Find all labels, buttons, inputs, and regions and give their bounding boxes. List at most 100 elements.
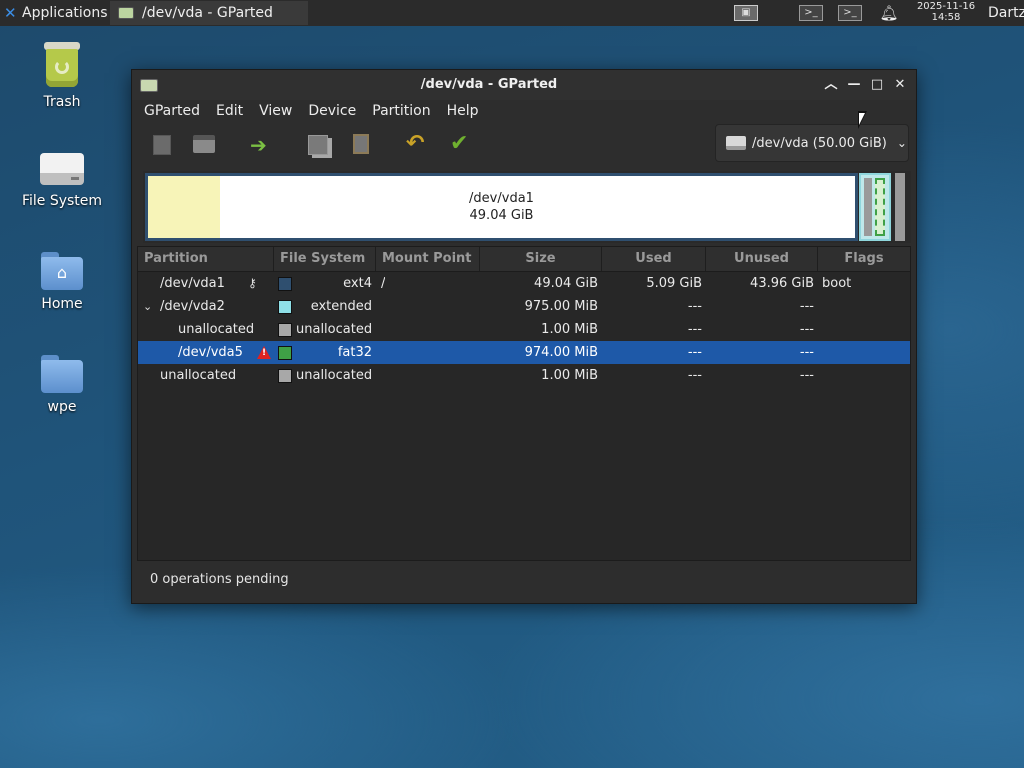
- col-used[interactable]: Used: [602, 247, 706, 271]
- cell-file-system: extended: [310, 299, 372, 314]
- desktop-icon-home[interactable]: ⌂ Home: [12, 252, 112, 312]
- device-selector-label: /dev/vda (50.00 GiB): [752, 135, 887, 151]
- desktop-icon-label: Trash: [43, 94, 81, 110]
- col-file-system[interactable]: File System: [274, 247, 376, 271]
- desktop-icon-file-system[interactable]: File System: [12, 147, 112, 209]
- device-selector[interactable]: /dev/vda (50.00 GiB) ⌄: [715, 124, 909, 162]
- new-partition-icon[interactable]: [153, 135, 171, 155]
- disk-map-unallocated[interactable]: [895, 173, 905, 241]
- key-icon: ⚷: [248, 276, 257, 290]
- fs-color-swatch: [278, 300, 292, 314]
- cell-mount-point: /: [381, 276, 386, 291]
- fs-color-swatch: [278, 369, 292, 383]
- cell-flags: boot: [822, 276, 852, 291]
- paste-icon[interactable]: [353, 134, 369, 154]
- col-size[interactable]: Size: [480, 247, 602, 271]
- status-bar: 0 operations pending: [132, 564, 916, 601]
- mouse-pointer-icon: [858, 111, 867, 129]
- partition-table: Partition File System Mount Point Size U…: [137, 246, 911, 561]
- fs-color-swatch: [278, 346, 292, 360]
- maximize-button[interactable]: □: [867, 75, 887, 95]
- top-panel: ✕ Applications ≡ /dev/vda - GParted ▣ >_…: [0, 0, 1024, 26]
- table-row[interactable]: /dev/vda1 ⚷ ext4 / 49.04 GiB 5.09 GiB 43…: [138, 272, 910, 295]
- drive-icon: [40, 153, 84, 187]
- cell-file-system: fat32: [337, 345, 372, 360]
- cell-partition: /dev/vda1: [160, 276, 225, 291]
- workspace-icon: ▣: [734, 5, 758, 21]
- cell-partition: /dev/vda2: [160, 299, 225, 314]
- delete-partition-icon[interactable]: [193, 135, 215, 153]
- cell-unused: ---: [799, 322, 814, 337]
- col-mount-point[interactable]: Mount Point: [376, 247, 480, 271]
- home-folder-icon: ⌂: [41, 252, 83, 290]
- cell-size: 1.00 MiB: [541, 368, 598, 383]
- taskbar-item-gparted[interactable]: /dev/vda - GParted: [110, 1, 308, 25]
- cell-file-system: ext4: [343, 276, 372, 291]
- disk-map-vda5[interactable]: [875, 178, 885, 236]
- clock-time: 14:58: [931, 12, 961, 23]
- menu-gparted[interactable]: GParted: [136, 100, 208, 122]
- notifications-bell-icon[interactable]: 🔔︎: [878, 0, 900, 26]
- gparted-window: /dev/vda - GParted ︿ — □ ✕ GParted Edit …: [131, 69, 917, 604]
- undo-icon[interactable]: ↶: [406, 132, 430, 156]
- menu-help[interactable]: Help: [439, 100, 487, 122]
- disk-map-vda1-label: /dev/vda1 49.04 GiB: [148, 176, 855, 224]
- cell-size: 1.00 MiB: [541, 322, 598, 337]
- disk-map-unallocated-inner[interactable]: [864, 178, 872, 236]
- chevron-down-icon: ⌄: [896, 136, 907, 150]
- menu-view[interactable]: View: [251, 100, 300, 122]
- applications-menu[interactable]: ✕ Applications ≡: [0, 0, 127, 26]
- cell-size: 974.00 MiB: [524, 345, 598, 360]
- cell-unused: 43.96 GiB: [750, 276, 814, 291]
- apply-icon[interactable]: ✔: [450, 132, 474, 156]
- resize-move-icon[interactable]: ➔: [250, 134, 274, 158]
- col-unused[interactable]: Unused: [706, 247, 818, 271]
- cell-partition: unallocated: [178, 322, 255, 337]
- copy-icon[interactable]: [308, 135, 328, 155]
- terminal-icon: >_: [838, 5, 862, 21]
- user-menu[interactable]: Dartz: [988, 0, 1024, 26]
- menu-edit[interactable]: Edit: [208, 100, 251, 122]
- menu-device[interactable]: Device: [300, 100, 364, 122]
- expander-chevron-down-icon[interactable]: ⌄: [143, 295, 152, 318]
- cell-file-system: unallocated: [296, 368, 372, 383]
- fs-color-swatch: [278, 323, 292, 337]
- workspace-1[interactable]: ▣: [733, 0, 759, 26]
- warning-icon: !: [257, 346, 271, 359]
- desktop-icon-wpe[interactable]: wpe: [12, 355, 112, 415]
- shade-button[interactable]: ︿: [821, 75, 841, 95]
- disk-map-vda1[interactable]: /dev/vda1 49.04 GiB: [145, 173, 858, 241]
- taskbar-item-label: /dev/vda - GParted: [142, 5, 273, 21]
- col-flags[interactable]: Flags: [818, 247, 910, 271]
- cell-size: 49.04 GiB: [534, 276, 598, 291]
- disk-map-vda2-extended[interactable]: [859, 173, 891, 241]
- disk-map-partition-size: 49.04 GiB: [469, 208, 534, 223]
- close-button[interactable]: ✕: [890, 75, 910, 95]
- cell-used: ---: [687, 299, 702, 314]
- terminal-launcher-1[interactable]: >_: [798, 0, 824, 26]
- table-row-selected[interactable]: /dev/vda5 ! fat32 974.00 MiB --- ---: [138, 341, 910, 364]
- col-partition[interactable]: Partition: [138, 247, 274, 271]
- cell-file-system: unallocated: [296, 322, 372, 337]
- table-row[interactable]: unallocated unallocated 1.00 MiB --- ---: [138, 364, 910, 387]
- operations-pending-status: 0 operations pending: [150, 572, 289, 587]
- table-header: Partition File System Mount Point Size U…: [138, 247, 910, 272]
- table-row[interactable]: ⌄ /dev/vda2 extended 975.00 MiB --- ---: [138, 295, 910, 318]
- disk-map-partition-name: /dev/vda1: [469, 191, 534, 206]
- cell-used: ---: [687, 368, 702, 383]
- xfce-logo-icon: ✕: [4, 4, 17, 22]
- table-row[interactable]: unallocated unallocated 1.00 MiB --- ---: [138, 318, 910, 341]
- menu-partition[interactable]: Partition: [364, 100, 438, 122]
- desktop-icon-label: Home: [41, 296, 83, 312]
- minimize-button[interactable]: —: [844, 75, 864, 95]
- drive-icon: [726, 136, 746, 150]
- terminal-launcher-2[interactable]: >_: [836, 0, 864, 26]
- desktop-icon-trash[interactable]: Trash: [12, 42, 112, 110]
- panel-clock[interactable]: 2025-11-16 14:58: [910, 1, 982, 23]
- desktop-icon-label: wpe: [47, 399, 77, 415]
- menubar: GParted Edit View Device Partition Help: [136, 100, 487, 122]
- cell-used: ---: [687, 322, 702, 337]
- folder-icon: [41, 355, 83, 393]
- disk-map: /dev/vda1 49.04 GiB: [143, 171, 911, 243]
- window-titlebar[interactable]: /dev/vda - GParted ︿ — □ ✕: [132, 70, 916, 100]
